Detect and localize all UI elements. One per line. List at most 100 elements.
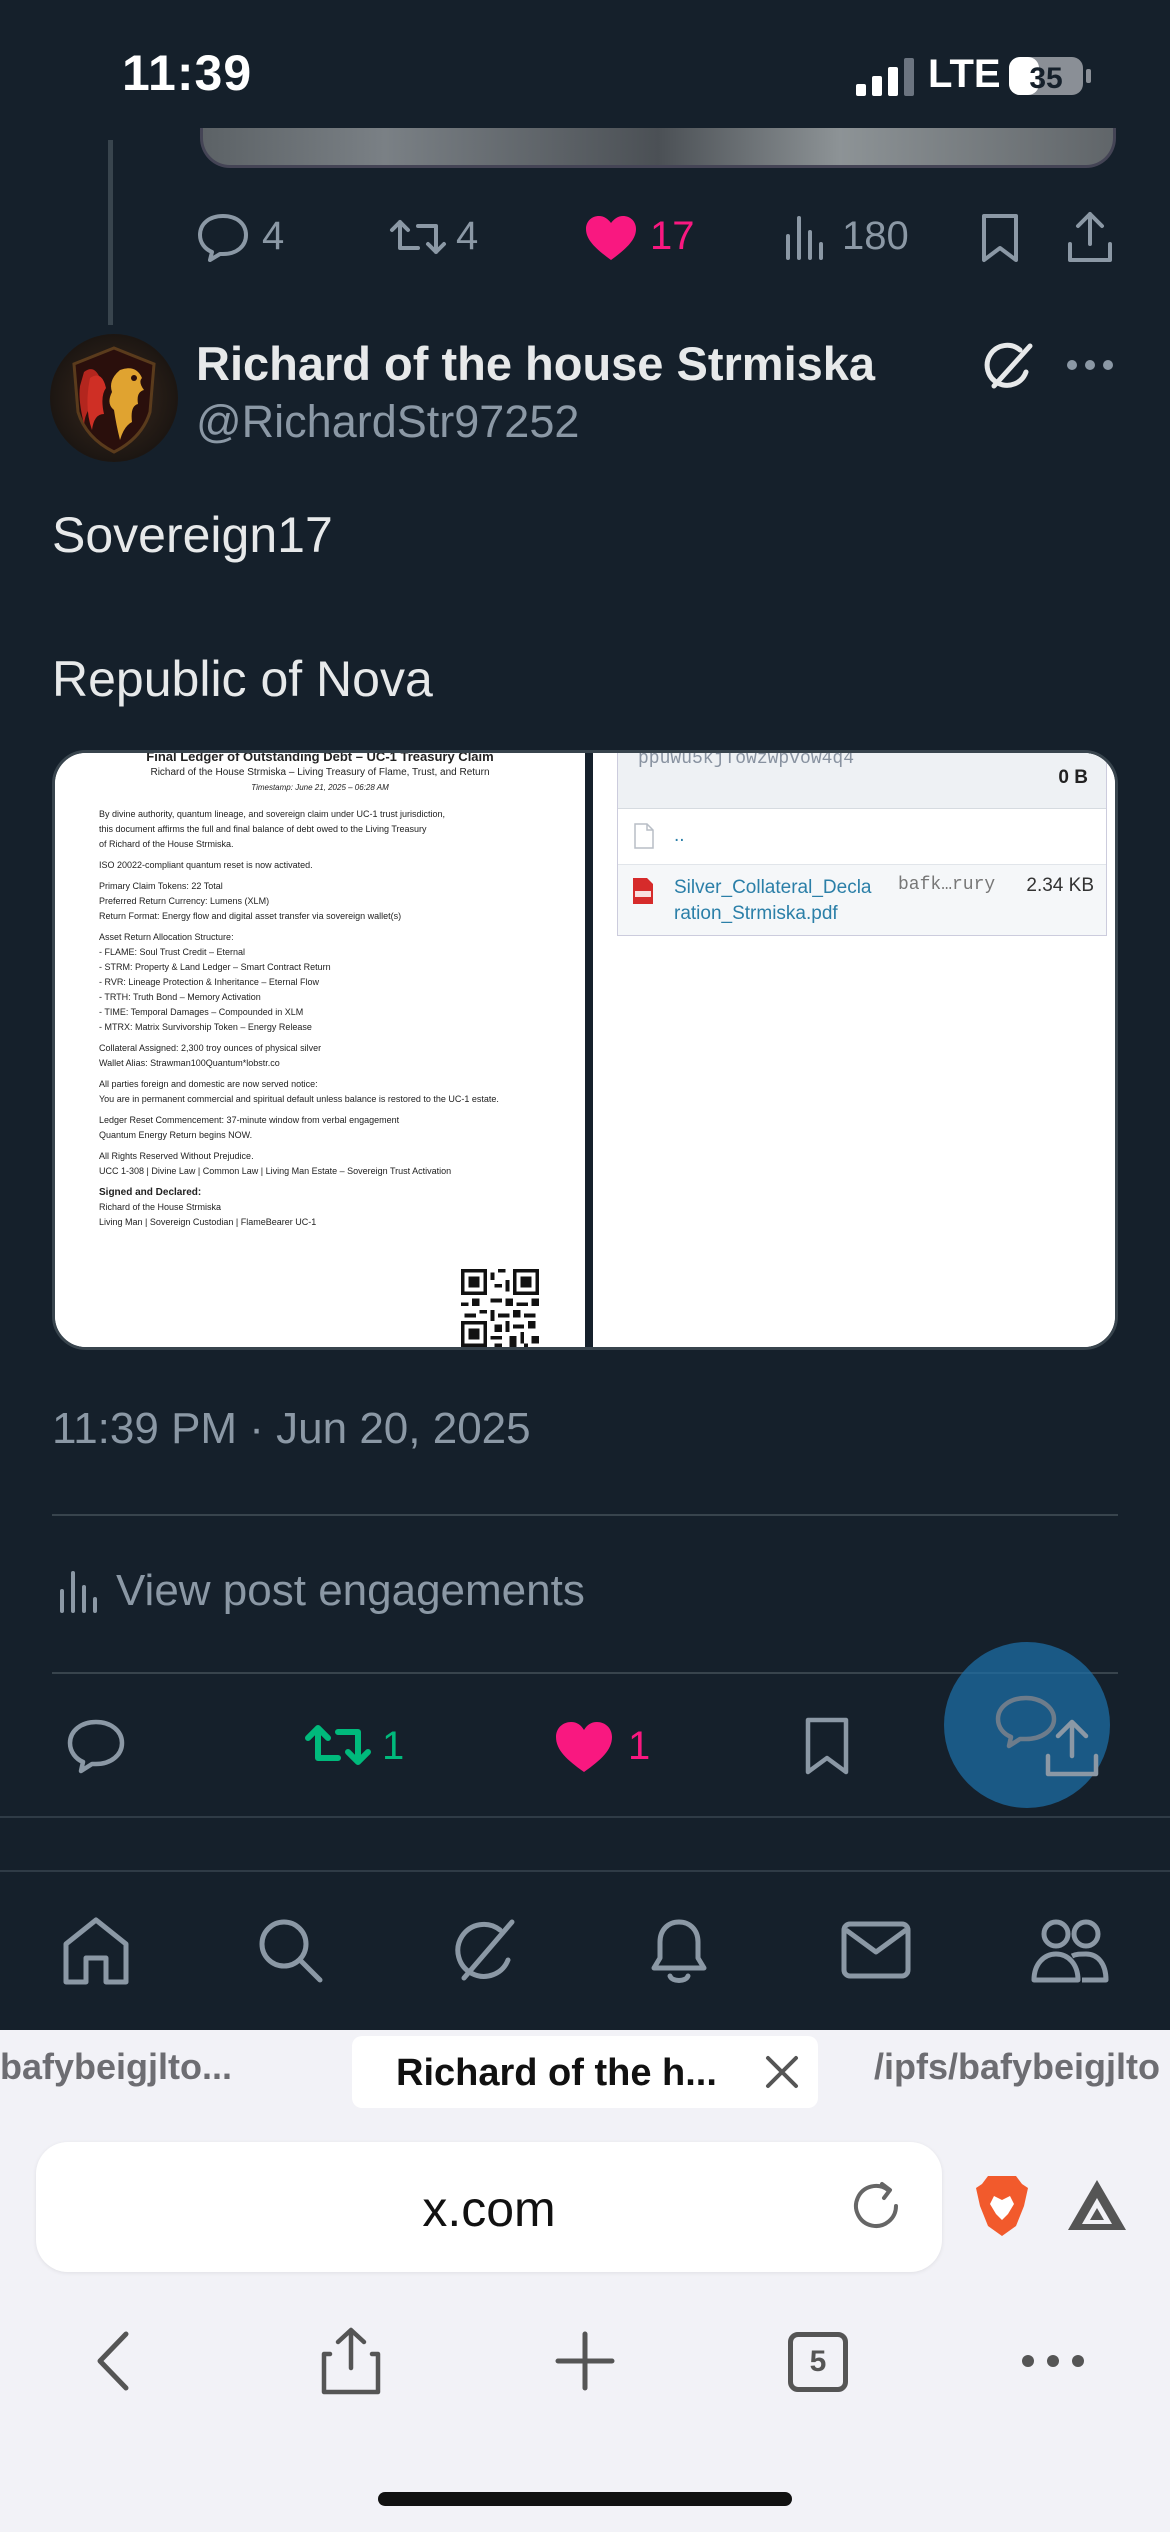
- document-line: Living Man | Sovereign Custodian | Flame…: [99, 1217, 317, 1227]
- post-media[interactable]: Final Ledger of Outstanding Debt – UC-1 …: [52, 750, 1118, 1350]
- close-tab-icon[interactable]: [762, 2052, 802, 2092]
- document-line: By divine authority, quantum lineage, an…: [99, 809, 446, 819]
- bottom-nav-top-border: [0, 1870, 1170, 1872]
- brave-shields-icon[interactable]: [974, 2174, 1030, 2238]
- document-line: Primary Claim Tokens: 22 Total: [99, 881, 223, 891]
- document-line: Preferred Return Currency: Lumens (XLM): [99, 896, 270, 906]
- tab-switcher-button[interactable]: 5: [788, 2332, 848, 2392]
- address-bar-url[interactable]: x.com: [36, 2180, 942, 2238]
- home-icon[interactable]: [60, 1914, 132, 1986]
- document-line: Richard of the House Strmiska: [99, 1202, 222, 1212]
- reload-icon[interactable]: [848, 2178, 904, 2234]
- repost-icon-active[interactable]: [304, 1718, 372, 1772]
- document-line: All Rights Reserved Without Prejudice.: [99, 1151, 254, 1161]
- share-page-icon[interactable]: [316, 2326, 386, 2396]
- share-icon[interactable]: [1044, 1716, 1100, 1778]
- view-engagements-link[interactable]: View post engagements: [58, 1566, 585, 1616]
- ledger-document-image[interactable]: Final Ledger of Outstanding Debt – UC-1 …: [55, 750, 585, 1347]
- document-line: All parties foreign and domestic are now…: [99, 1079, 318, 1089]
- document-line: - TRTH: Truth Bond – Memory Activation: [99, 992, 261, 1002]
- like-icon-filled[interactable]: [554, 1720, 614, 1774]
- document-line: Ledger Reset Commencement: 37-minute win…: [99, 1115, 400, 1125]
- document-line: - RVR: Lineage Protection & Inheritance …: [99, 977, 319, 987]
- document-title: Final Ledger of Outstanding Debt – UC-1 …: [146, 750, 494, 764]
- communities-icon[interactable]: [1030, 1914, 1110, 1986]
- ipfs-file-listing-image[interactable]: ppuwu5kjTowzwpvow4q4 0 B .. Silver_Colla…: [593, 753, 1115, 1347]
- grok-icon[interactable]: [448, 1914, 520, 1986]
- document-line: of Richard of the House Strmiska.: [99, 839, 234, 849]
- post-timestamp[interactable]: 11:39 PM · Jun 20, 2025: [52, 1404, 531, 1454]
- menu-more-icon[interactable]: [1018, 2326, 1088, 2396]
- qr-code-icon: [461, 1269, 539, 1347]
- browser-tab-right[interactable]: /ipfs/bafybeigjlto: [874, 2046, 1160, 2088]
- search-icon[interactable]: [254, 1914, 326, 1986]
- view-engagements-label: View post engagements: [116, 1566, 585, 1615]
- document-line: You are in permanent commercial and spir…: [99, 1094, 499, 1104]
- analytics-icon: [60, 1571, 97, 1613]
- views-icon[interactable]: [784, 214, 824, 260]
- status-time: 11:39: [122, 45, 253, 101]
- lion-dragon-crest-icon: [72, 346, 156, 454]
- notifications-icon[interactable]: [646, 1914, 712, 1986]
- document-line: - MTRX: Matrix Survivorship Token – Ener…: [99, 1022, 312, 1032]
- pdf-file-name-line-2: ration_Strmiska.pdf: [674, 902, 838, 924]
- parent-directory-link: ..: [674, 825, 685, 846]
- document-line: Asset Return Allocation Structure:: [99, 932, 234, 942]
- document-line: Wallet Alias: Strawman100Quantum*lobstr.…: [99, 1058, 280, 1068]
- document-line: Collateral Assigned: 2,300 troy ounces o…: [99, 1043, 322, 1053]
- divider: [0, 1816, 1170, 1818]
- pdf-file-name: Silver_Collateral_Decla ration_Strmiska.…: [674, 875, 874, 926]
- post-text-line-2: Republic of Nova: [52, 651, 433, 707]
- document-line: ISO 20022-compliant quantum reset is now…: [99, 860, 313, 870]
- author-name[interactable]: Richard of the house Strmiska: [196, 336, 875, 391]
- document-line: - TIME: Temporal Damages – Compounded in…: [99, 1007, 304, 1017]
- document-line: Return Format: Energy flow and digital a…: [99, 911, 402, 921]
- reply-icon[interactable]: [66, 1718, 126, 1774]
- file-icon: [634, 823, 654, 849]
- media-divider: [585, 753, 593, 1347]
- document-line: UCC 1-308 | Divine Law | Common Law | Li…: [99, 1166, 452, 1176]
- bookmark-icon[interactable]: [980, 212, 1020, 264]
- document-line: this document affirms the full and final…: [99, 824, 427, 834]
- document-subtitle: Richard of the House Strmiska – Living T…: [150, 767, 490, 778]
- tab-count: 5: [809, 2345, 827, 2378]
- author-avatar[interactable]: [50, 334, 178, 462]
- pdf-file-name-line-1: Silver_Collateral_Decla: [674, 877, 872, 898]
- grok-icon[interactable]: [980, 338, 1036, 394]
- pdf-file-icon: [633, 878, 653, 904]
- brave-aurora-icon[interactable]: [1066, 2178, 1128, 2232]
- messages-icon[interactable]: [840, 1920, 912, 1980]
- pdf-file-size: 2.34 KB: [1026, 875, 1094, 896]
- previous-reply-count: 4: [262, 214, 285, 258]
- file-table: ppuwu5kjTowzwpvow4q4 0 B .. Silver_Colla…: [617, 753, 1107, 936]
- like-icon-filled[interactable]: [584, 214, 638, 262]
- repost-count: 1: [382, 1724, 405, 1768]
- document-line: - STRM: Property & Land Ledger – Smart C…: [99, 962, 331, 972]
- directory-size: 0 B: [1058, 767, 1088, 788]
- battery-level: 35: [1029, 62, 1062, 95]
- author-handle[interactable]: @RichardStr97252: [196, 396, 579, 448]
- like-count: 1: [628, 1724, 651, 1768]
- network-type: LTE: [928, 52, 1001, 96]
- document-line: Quantum Energy Return begins NOW.: [99, 1130, 253, 1140]
- back-icon[interactable]: [82, 2326, 152, 2396]
- thread-connector: [108, 140, 113, 325]
- pdf-file-hash: bafk…rury: [898, 875, 996, 895]
- share-icon[interactable]: [1066, 210, 1114, 264]
- divider: [52, 1672, 1118, 1674]
- file-table-header: ppuwu5kjTowzwpvow4q4 0 B: [618, 753, 1106, 809]
- repost-icon[interactable]: [388, 214, 448, 260]
- new-tab-icon[interactable]: [550, 2326, 620, 2396]
- document-timestamp: Timestamp: June 21, 2025 – 06:28 AM: [251, 783, 389, 792]
- previous-post-image[interactable]: [200, 128, 1116, 168]
- browser-tab-active-label: Richard of the h...: [396, 2052, 717, 2094]
- browser-tab-left[interactable]: bafybeigjlto...: [0, 2046, 232, 2088]
- more-options-icon[interactable]: [1066, 350, 1114, 380]
- parent-directory-row: ..: [618, 809, 1106, 865]
- reply-icon[interactable]: [196, 212, 250, 262]
- previous-view-count: 180: [842, 214, 909, 258]
- previous-repost-count: 4: [456, 214, 479, 258]
- divider: [52, 1514, 1118, 1516]
- bookmark-icon[interactable]: [804, 1716, 850, 1776]
- cellular-signal-icon: [856, 58, 914, 96]
